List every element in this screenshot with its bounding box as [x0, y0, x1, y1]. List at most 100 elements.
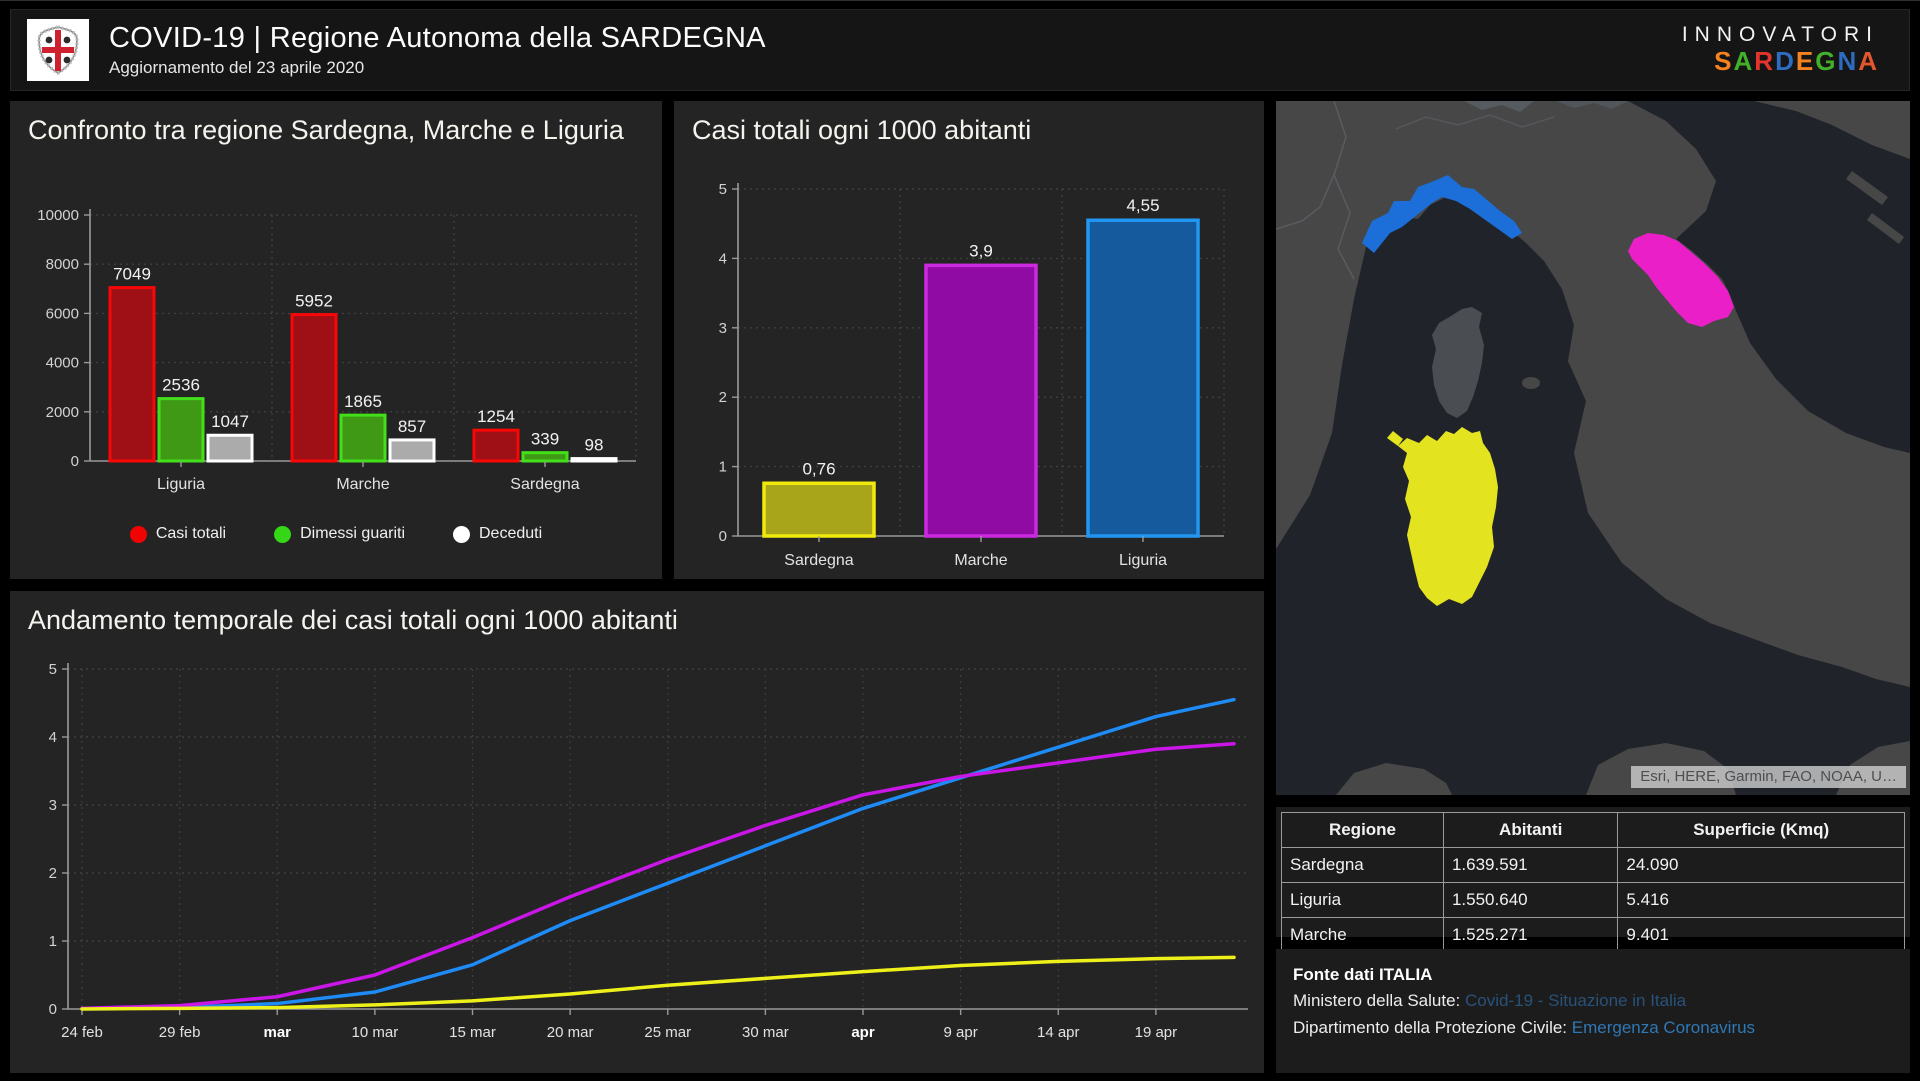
table-cell: 1.550.640: [1443, 883, 1617, 918]
svg-text:1047: 1047: [211, 412, 249, 431]
casi1000-chart-title: Casi totali ogni 1000 abitanti: [674, 101, 1264, 148]
region-table: RegioneAbitantiSuperficie (Kmq)Sardegna1…: [1281, 812, 1905, 953]
fonte-line-label: Dipartimento della Protezione Civile:: [1293, 1018, 1572, 1037]
svg-text:339: 339: [531, 430, 559, 449]
map-canvas-icon: [1276, 101, 1910, 795]
table-row: Sardegna1.639.59124.090: [1282, 848, 1905, 883]
svg-text:Liguria: Liguria: [1119, 552, 1167, 569]
legend-item: Deceduti: [453, 525, 542, 543]
legend-color-dot: [274, 526, 291, 543]
table-cell: Marche: [1282, 918, 1444, 953]
table-cell: 1.525.271: [1443, 918, 1617, 953]
brand-letter: A: [1858, 46, 1879, 76]
legend-color-dot: [130, 526, 147, 543]
svg-text:0,76: 0,76: [802, 459, 835, 478]
svg-text:20 mar: 20 mar: [547, 1024, 594, 1041]
table-row: Liguria1.550.6405.416: [1282, 883, 1905, 918]
svg-text:5: 5: [719, 181, 727, 198]
svg-text:2536: 2536: [162, 376, 200, 395]
svg-text:4: 4: [49, 729, 57, 746]
svg-text:19 apr: 19 apr: [1135, 1024, 1178, 1041]
svg-text:Marche: Marche: [336, 476, 389, 493]
fonte-line: Ministero della Salute: Covid-19 - Situa…: [1293, 988, 1893, 1014]
svg-text:4: 4: [719, 250, 727, 267]
andamento-line-chart: 01234524 feb29 febmar10 mar15 mar20 mar2…: [10, 641, 1264, 1073]
fonte-line-label: Ministero della Salute:: [1293, 991, 1465, 1010]
panel-region-table: RegioneAbitantiSuperficie (Kmq)Sardegna1…: [1276, 807, 1910, 937]
svg-text:Sardegna: Sardegna: [784, 552, 853, 569]
svg-text:mar: mar: [263, 1024, 291, 1041]
brand-letter: S: [1714, 46, 1733, 76]
map-attribution: Esri, HERE, Garmin, FAO, NOAA, U…: [1631, 766, 1906, 788]
brand-letter: N: [1837, 46, 1858, 76]
svg-text:857: 857: [398, 417, 426, 436]
svg-text:6000: 6000: [46, 305, 79, 322]
svg-text:Sardegna: Sardegna: [510, 476, 579, 493]
sardegna-logo-icon: [30, 22, 86, 78]
svg-text:1865: 1865: [344, 392, 382, 411]
svg-text:4,55: 4,55: [1126, 196, 1159, 215]
legend-item: Dimessi guariti: [274, 525, 405, 543]
svg-text:7049: 7049: [113, 265, 151, 284]
svg-text:15 mar: 15 mar: [449, 1024, 496, 1041]
table-header-regione: Regione: [1282, 813, 1444, 848]
svg-text:apr: apr: [851, 1024, 875, 1041]
svg-text:1: 1: [49, 933, 57, 950]
covid-dashboard: COVID-19 | Regione Autonoma della SARDEG…: [0, 0, 1920, 1081]
fonte-link[interactable]: Covid-19 - Situazione in Italia: [1465, 991, 1686, 1010]
page-subtitle: Aggiornamento del 23 aprile 2020: [109, 58, 766, 78]
svg-text:98: 98: [585, 436, 604, 455]
svg-text:4000: 4000: [46, 355, 79, 372]
legend-label: Dimessi guariti: [300, 525, 405, 543]
svg-text:30 mar: 30 mar: [742, 1024, 789, 1041]
brand-letter: E: [1796, 46, 1815, 76]
sardegna-coat-of-arms-logo: [27, 19, 89, 81]
brand-letter: A: [1734, 46, 1755, 76]
table-cell: 24.090: [1618, 848, 1905, 883]
page-title: COVID-19 | Regione Autonoma della SARDEG…: [109, 22, 766, 55]
legend-label: Deceduti: [479, 525, 542, 543]
table-cell: 9.401: [1618, 918, 1905, 953]
svg-text:9 apr: 9 apr: [944, 1024, 978, 1041]
svg-text:25 mar: 25 mar: [644, 1024, 691, 1041]
fonte-link[interactable]: Emergenza Coronavirus: [1572, 1018, 1755, 1037]
panel-casi-1000: Casi totali ogni 1000 abitanti 0 1 2 3 4 5 0,7…: [674, 101, 1264, 579]
svg-text:0: 0: [49, 1001, 57, 1018]
svg-text:14 apr: 14 apr: [1037, 1024, 1080, 1041]
brand-letter: D: [1775, 46, 1796, 76]
legend-color-dot: [453, 526, 470, 543]
confronto-chart-title: Confronto tra regione Sardegna, Marche e…: [10, 101, 662, 148]
svg-text:24 feb: 24 feb: [61, 1024, 103, 1041]
table-header-superficie-kmq-: Superficie (Kmq): [1618, 813, 1905, 848]
fonte-title: Fonte dati ITALIA: [1293, 962, 1893, 988]
brand-bottom-text: SARDEGNA: [1682, 47, 1879, 77]
svg-text:2: 2: [719, 389, 727, 406]
panel-andamento-temporale: Andamento temporale dei casi totali ogni…: [10, 591, 1264, 1073]
panel-confronto-regioni: Confronto tra regione Sardegna, Marche e…: [10, 101, 662, 579]
brand-letter: G: [1815, 46, 1837, 76]
table-row: Marche1.525.2719.401: [1282, 918, 1905, 953]
panel-fonte-dati: Fonte dati ITALIA Ministero della Salute…: [1276, 949, 1910, 1073]
svg-text:29 feb: 29 feb: [159, 1024, 201, 1041]
brand-top-text: INNOVATORI: [1682, 23, 1879, 47]
svg-text:3: 3: [719, 320, 727, 337]
svg-text:Liguria: Liguria: [157, 476, 205, 493]
svg-text:5: 5: [49, 661, 57, 678]
italy-regions-map[interactable]: Esri, HERE, Garmin, FAO, NOAA, U…: [1276, 101, 1910, 795]
legend-label: Casi totali: [156, 525, 226, 543]
svg-text:0: 0: [71, 453, 79, 470]
svg-text:5952: 5952: [295, 292, 333, 311]
svg-text:0: 0: [719, 528, 727, 545]
fonte-line: Dipartimento della Protezione Civile: Em…: [1293, 1015, 1893, 1041]
svg-text:2000: 2000: [46, 404, 79, 421]
andamento-chart-title: Andamento temporale dei casi totali ogni…: [10, 591, 1264, 638]
svg-text:1: 1: [719, 459, 727, 476]
svg-text:10000: 10000: [37, 207, 79, 224]
table-cell: Sardegna: [1282, 848, 1444, 883]
header-bar: COVID-19 | Regione Autonoma della SARDEG…: [10, 9, 1910, 91]
innovatori-sardegna-logo: INNOVATORI SARDEGNA: [1682, 23, 1879, 77]
casi1000-bar-chart: 0123450,76Sardegna3,9Marche4,55Liguria: [674, 159, 1264, 569]
svg-text:8000: 8000: [46, 256, 79, 273]
svg-text:3: 3: [49, 797, 57, 814]
table-cell: 5.416: [1618, 883, 1905, 918]
